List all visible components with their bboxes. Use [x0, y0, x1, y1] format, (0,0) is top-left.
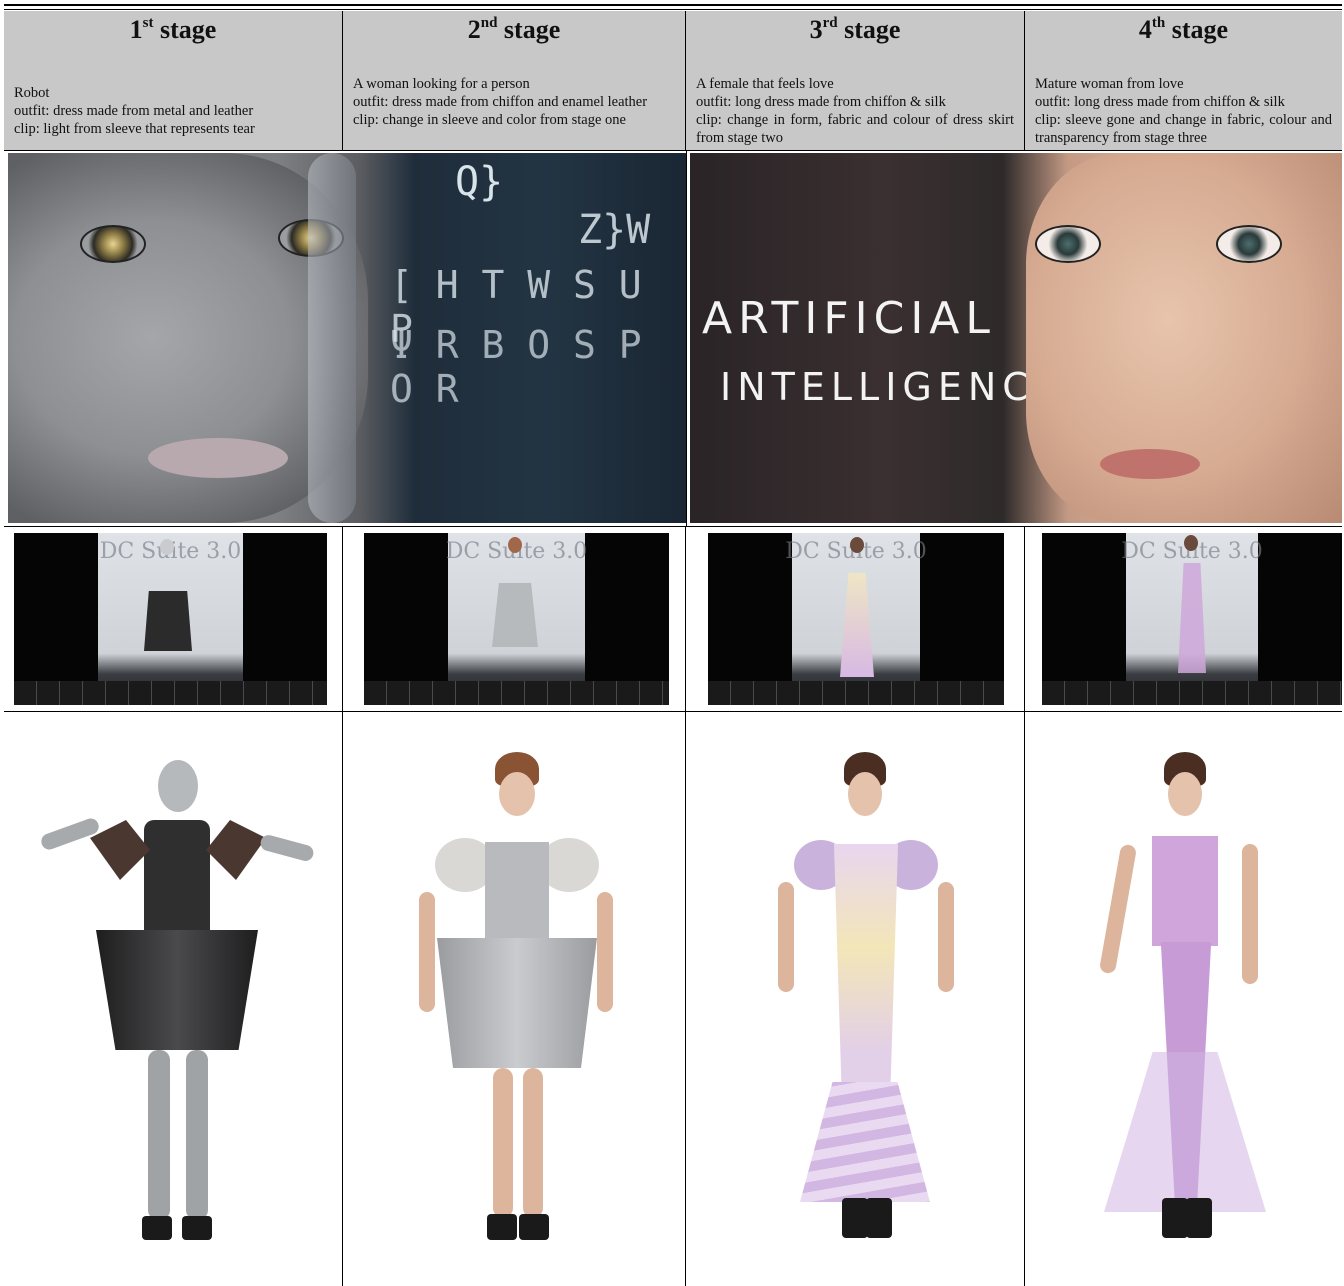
artificial-intelligence-banner: ARTIFICIAL INTELLIGENCE	[690, 153, 1342, 523]
row-divider	[4, 150, 1342, 151]
figure-head	[1168, 772, 1202, 816]
runway-stage-3: DC Suite 3.0	[708, 533, 1004, 705]
figure-shoe-left	[842, 1198, 868, 1238]
figure-arm-right	[258, 833, 316, 863]
table-top-rule-inner	[4, 9, 1342, 10]
runway-model	[1178, 563, 1206, 673]
stage-2-title: 2nd stage	[467, 15, 561, 44]
figure-leg-right	[186, 1050, 208, 1220]
runway-stage-4: DC Suite 3.0	[1042, 533, 1342, 705]
robot-face-banner: Q} Z}W [ H T W S U P Ψ R B O S P O R	[8, 153, 686, 523]
runway-model	[492, 583, 538, 647]
figure-head	[499, 772, 535, 816]
runway-stage-2: DC Suite 3.0	[364, 533, 669, 705]
runway-floor	[364, 681, 669, 705]
face-panel-seam	[308, 153, 356, 523]
figure-arm-left	[419, 892, 435, 1012]
figure-leg-left	[493, 1068, 513, 1218]
figure-dress	[834, 844, 898, 1104]
column-divider	[685, 526, 686, 1286]
stage-1-description: Robot outfit: dress made from metal and …	[14, 85, 255, 137]
figure-shoe-right	[866, 1198, 892, 1238]
stage-4-header: 4th stage Mature woman from love outfit:…	[1025, 11, 1342, 150]
figure-sheer-skirt	[1104, 1052, 1266, 1212]
stage-1-title: 1st stage	[129, 15, 217, 44]
figure-shoe-right	[1186, 1198, 1212, 1238]
human-right-eye	[1216, 225, 1282, 263]
column-divider	[1024, 526, 1025, 1286]
stage-2-header: 2nd stage A woman looking for a person o…	[343, 11, 685, 150]
figure-shoulder-piece-right	[206, 820, 266, 880]
runway-floor	[1042, 681, 1342, 705]
robot-lips	[148, 438, 288, 478]
column-divider	[686, 150, 687, 526]
stage-3-title: 3rd stage	[809, 15, 901, 44]
banner-title-line-1: ARTIFICIAL	[702, 293, 996, 344]
human-left-eye	[1035, 225, 1101, 263]
figure-head	[848, 772, 882, 816]
figure-arm-right	[938, 882, 954, 992]
column-divider	[1024, 11, 1025, 150]
figure-bodice	[1152, 836, 1218, 946]
robot-left-eye	[80, 225, 146, 263]
stage-3-header: 3rd stage A female that feels love outfi…	[686, 11, 1024, 150]
stage-1-header: 1st stage Robot outfit: dress made from …	[4, 11, 342, 150]
figure-arm-right	[597, 892, 613, 1012]
figure-shoulder-piece-left	[90, 820, 150, 880]
glyph-row: Ψ R B O S P O R	[390, 323, 642, 411]
runway-model-head	[850, 537, 864, 553]
glyph-row: Q}	[455, 159, 504, 205]
figure-skirt	[96, 930, 258, 1050]
figure-bodice	[485, 842, 549, 942]
stage-4-title: 4th stage	[1138, 15, 1229, 44]
figure-skirt	[437, 938, 597, 1068]
stage-1-figure	[39, 760, 316, 1250]
runway-floor	[14, 681, 327, 705]
runway-model-head	[160, 539, 174, 555]
runway-floor	[708, 681, 1004, 705]
table-top-rule	[4, 4, 1342, 6]
figure-arm-left	[778, 882, 794, 992]
runway-model	[840, 573, 874, 677]
stage-2-figure	[405, 752, 625, 1252]
runway-model-head	[508, 537, 522, 553]
figure-leg-right	[523, 1068, 543, 1218]
runway-model-head	[1184, 535, 1198, 551]
runway-stage-1: DC Suite 3.0	[14, 533, 327, 705]
figure-leg-left	[148, 1050, 170, 1220]
glyph-row: Z}W	[578, 207, 651, 253]
column-divider	[342, 11, 343, 150]
figure-shoe-left	[1162, 1198, 1188, 1238]
figure-arm-left	[39, 816, 101, 852]
row-divider	[4, 711, 1342, 712]
runway-model	[144, 591, 192, 651]
column-divider	[342, 526, 343, 1286]
stage-3-figure	[770, 752, 960, 1252]
figure-arm-right	[1242, 844, 1258, 984]
human-lips	[1100, 449, 1200, 479]
column-divider	[685, 11, 686, 150]
figure-ruffles	[800, 1082, 930, 1202]
figure-arm-left	[1098, 843, 1138, 975]
stage-2-description: A woman looking for a person outfit: dre…	[353, 76, 648, 128]
figure-shoe-left	[142, 1216, 172, 1240]
row-divider	[4, 526, 1342, 527]
stage-4-figure	[1090, 752, 1280, 1252]
figure-torso	[144, 820, 210, 940]
banner-title-line-2: INTELLIGENCE	[720, 365, 1065, 409]
figure-shoe-left	[487, 1214, 517, 1240]
stage-3-description: A female that feels love outfit: long dr…	[696, 76, 1014, 146]
figure-head	[158, 760, 198, 812]
stage-4-description: Mature woman from love outfit: long dres…	[1035, 76, 1332, 146]
figure-shoe-right	[519, 1214, 549, 1240]
figure-shoe-right	[182, 1216, 212, 1240]
